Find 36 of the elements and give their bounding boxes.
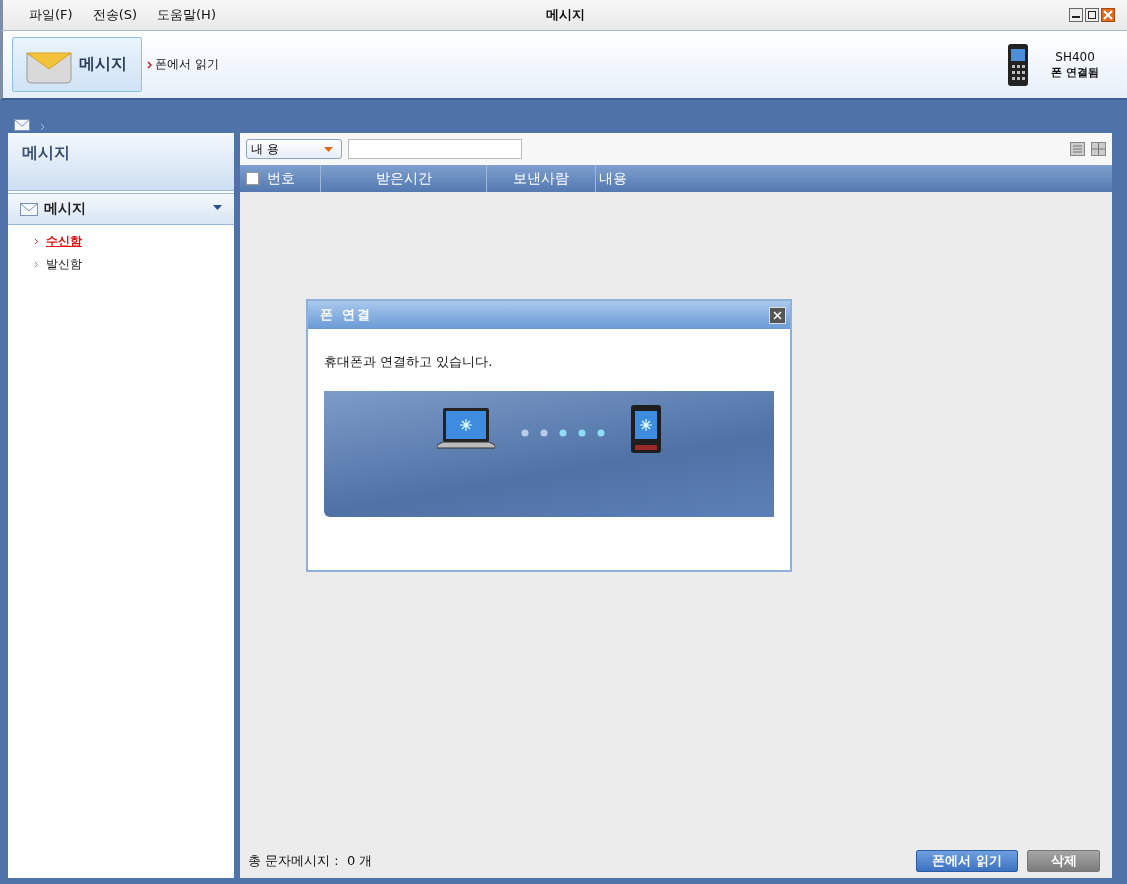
maximize-button[interactable] bbox=[1085, 8, 1099, 22]
minimize-button[interactable] bbox=[1069, 8, 1083, 22]
filter-dropdown[interactable]: 내 용 bbox=[246, 139, 342, 159]
close-button[interactable] bbox=[1101, 8, 1115, 22]
folder-item[interactable]: 발신함 bbox=[34, 256, 234, 273]
chevron-icon bbox=[34, 261, 39, 268]
close-icon bbox=[1103, 10, 1113, 20]
laptop-icon bbox=[437, 405, 495, 449]
chevron-icon bbox=[40, 123, 45, 131]
connection-status: 폰 연결됨 bbox=[1051, 64, 1099, 80]
menu-item[interactable]: 파일(F) bbox=[29, 6, 73, 24]
read-from-phone-link[interactable]: 폰에서 읽기 bbox=[147, 56, 219, 73]
message-app-button[interactable]: 메시지 bbox=[12, 37, 142, 92]
phone-icon bbox=[631, 405, 661, 453]
phone-icon bbox=[1007, 42, 1030, 87]
read-from-phone-button[interactable]: 폰에서 읽기 bbox=[916, 850, 1018, 872]
select-all-checkbox[interactable] bbox=[246, 172, 259, 185]
menu-item[interactable]: 전송(S) bbox=[92, 6, 138, 24]
envelope-icon bbox=[20, 202, 38, 216]
envelope-icon bbox=[14, 119, 30, 131]
search-field[interactable] bbox=[348, 139, 522, 159]
maximize-icon bbox=[1087, 10, 1097, 20]
close-icon bbox=[773, 310, 782, 320]
window-title: 메시지 bbox=[545, 6, 585, 24]
grid-view-icon[interactable] bbox=[1091, 142, 1106, 156]
chevron-icon bbox=[147, 60, 152, 69]
sidebar-title: 메시지 bbox=[8, 133, 234, 191]
progress-dots-icon bbox=[521, 429, 605, 437]
caret-icon bbox=[324, 146, 333, 152]
chevron-icon bbox=[34, 238, 39, 245]
dialog-title: 폰 연결 bbox=[320, 306, 372, 324]
section-header[interactable]: 메시지 bbox=[8, 193, 234, 225]
menu-item[interactable]: 도움말(H) bbox=[157, 6, 216, 24]
message-count: 총 문자메시지 : 0 개 bbox=[248, 852, 373, 870]
device-name: SH400 bbox=[1055, 49, 1095, 65]
status-message: 휴대폰과 연결하고 있습니다. bbox=[324, 353, 494, 371]
